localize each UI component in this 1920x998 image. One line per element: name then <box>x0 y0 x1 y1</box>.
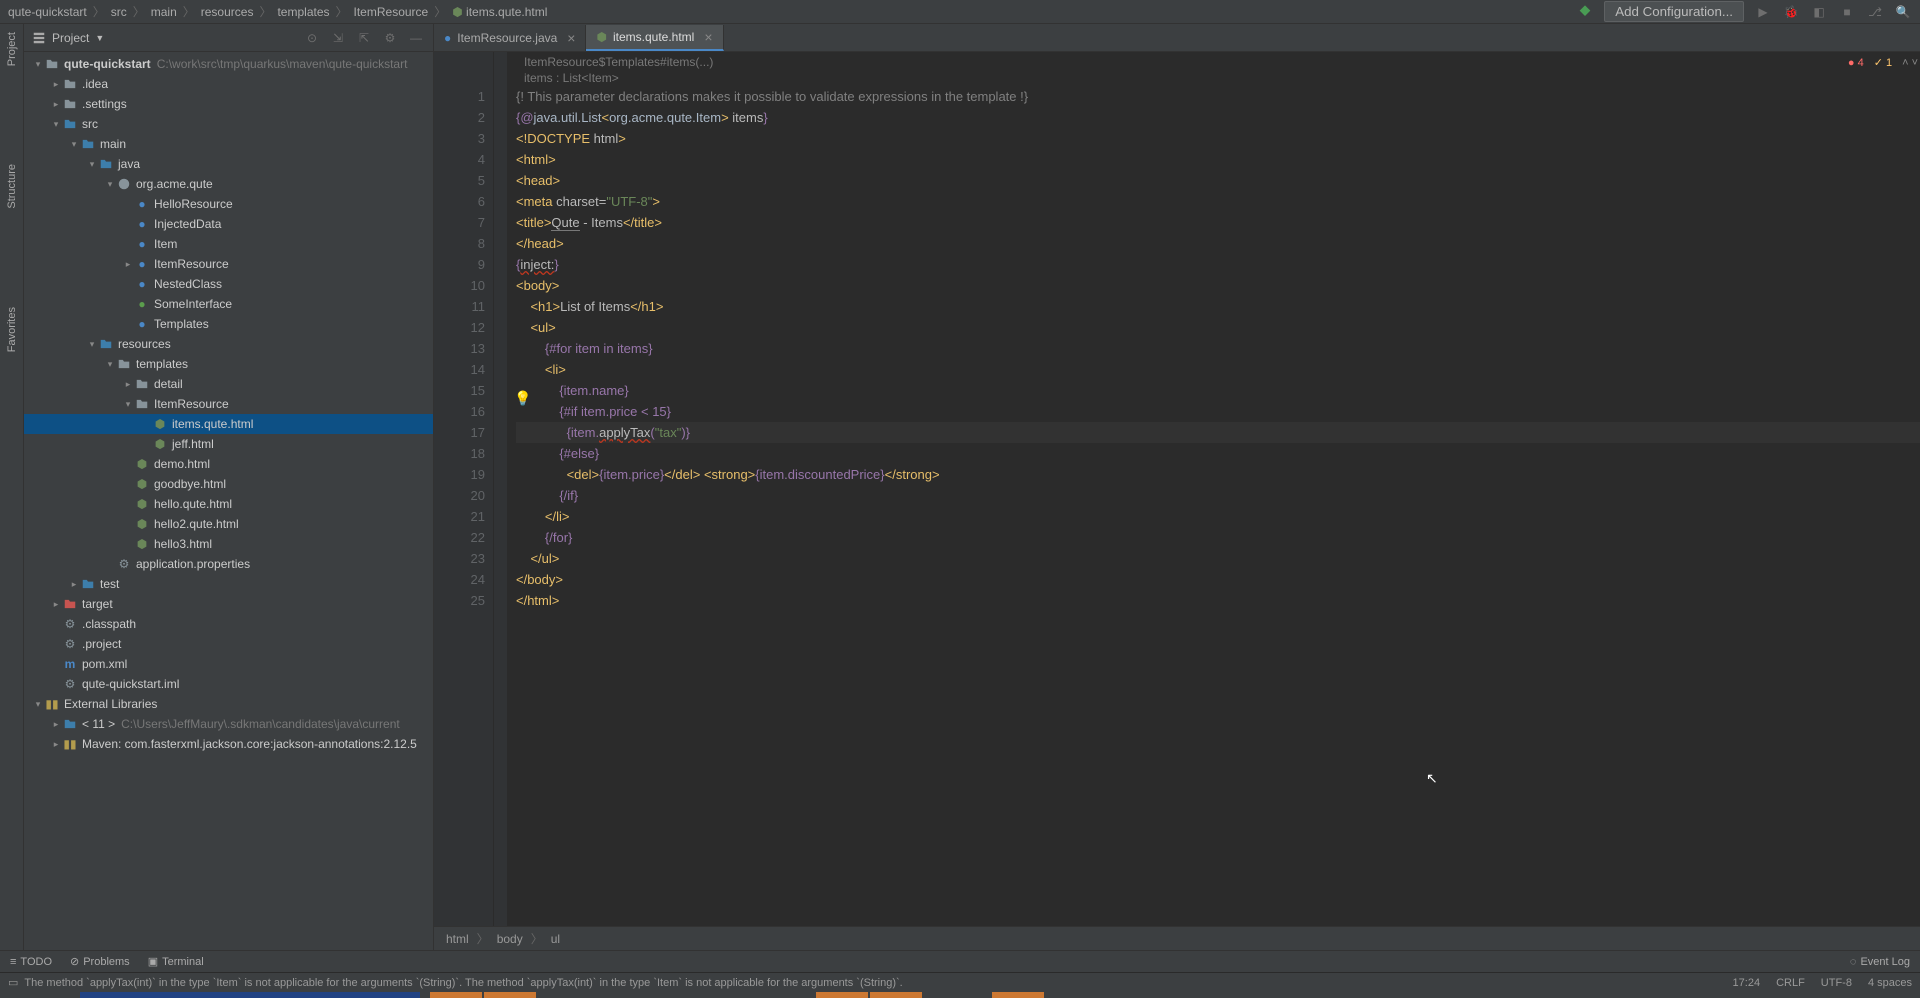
editor-tab[interactable]: ⬢items.qute.html× <box>586 25 723 51</box>
tree-node[interactable]: ▾qute-quickstartC:\work\src\tmp\quarkus\… <box>24 54 433 74</box>
tree-node[interactable]: ▸.settings <box>24 94 433 114</box>
tree-node[interactable]: ▸< 11 >C:\Users\JeffMaury\.sdkman\candid… <box>24 714 433 734</box>
indent-setting[interactable]: 4 spaces <box>1868 977 1912 989</box>
tree-node[interactable]: ⬢hello.qute.html <box>24 494 433 514</box>
locate-icon[interactable]: ⊙ <box>303 29 321 47</box>
editor-area: ●ItemResource.java×⬢items.qute.html× Ite… <box>434 24 1920 950</box>
panel-title-label: Project <box>52 31 89 45</box>
tree-node[interactable]: ⚙.project <box>24 634 433 654</box>
tree-node[interactable]: ⚙.classpath <box>24 614 433 634</box>
add-configuration-button[interactable]: Add Configuration... <box>1604 1 1744 22</box>
navigation-bar: qute-quickstart〉src〉main〉resources〉templ… <box>0 0 1920 24</box>
tree-node[interactable]: ▸▮▮Maven: com.fasterxml.jackson.core:jac… <box>24 734 433 754</box>
error-indicator[interactable]: ● 4 <box>1848 57 1864 69</box>
file-encoding[interactable]: UTF-8 <box>1821 977 1852 989</box>
tree-node[interactable]: ▾templates <box>24 354 433 374</box>
terminal-tool-button[interactable]: ▣ Terminal <box>148 955 204 968</box>
tree-node[interactable]: ▾ItemResource <box>24 394 433 414</box>
tree-node[interactable]: ●SomeInterface <box>24 294 433 314</box>
bottom-tool-bar: ≡ TODO ⊘ Problems ▣ Terminal ◌ Event Log <box>0 950 1920 972</box>
close-tab-icon[interactable]: × <box>567 30 575 46</box>
settings-icon[interactable]: ⚙ <box>381 29 399 47</box>
breadcrumb[interactable]: qute-quickstart〉src〉main〉resources〉templ… <box>8 3 1576 20</box>
line-gutter[interactable]: 1234567891011121314151617181920212223242… <box>434 52 494 926</box>
intention-bulb-icon[interactable]: 💡 <box>514 388 531 409</box>
run-icon[interactable]: ▶ <box>1754 3 1772 21</box>
breadcrumb-segment[interactable]: src <box>111 5 127 19</box>
tree-node[interactable]: mpom.xml <box>24 654 433 674</box>
tree-node[interactable]: ⬢demo.html <box>24 454 433 474</box>
code-editor[interactable]: 💡 {! This parameter declarations makes i… <box>508 52 1920 926</box>
tree-node[interactable]: ⚙qute-quickstart.iml <box>24 674 433 694</box>
tree-node[interactable]: ⬢hello2.qute.html <box>24 514 433 534</box>
taskbar-strip <box>0 992 1920 998</box>
editor-crumb-segment[interactable]: body <box>497 932 523 946</box>
breadcrumb-segment[interactable]: resources <box>201 5 254 19</box>
tree-node[interactable]: ▸.idea <box>24 74 433 94</box>
editor-crumb-segment[interactable]: html <box>446 932 469 946</box>
project-tree[interactable]: ▾qute-quickstartC:\work\src\tmp\quarkus\… <box>24 52 433 950</box>
tree-node[interactable]: ▾org.acme.qute <box>24 174 433 194</box>
build-icon[interactable] <box>1576 3 1594 21</box>
tree-node[interactable]: ▾src <box>24 114 433 134</box>
sticky-context: ItemResource$Templates#items(...) items … <box>516 52 1920 86</box>
tree-node[interactable]: ●NestedClass <box>24 274 433 294</box>
project-panel: Project ▼ ⊙ ⇲ ⇱ ⚙ — ▾qute-quickstartC:\w… <box>24 24 434 950</box>
structure-tool-button[interactable]: Structure <box>6 160 18 213</box>
todo-tool-button[interactable]: ≡ TODO <box>10 956 52 968</box>
tree-node[interactable]: ▾resources <box>24 334 433 354</box>
tree-node[interactable]: ●Templates <box>24 314 433 334</box>
tree-node[interactable]: ▾main <box>24 134 433 154</box>
inspection-summary[interactable]: ● 4 ✓ 1 ˄ ˅ <box>1848 56 1918 69</box>
event-log-button[interactable]: ◌ Event Log <box>1850 956 1910 968</box>
project-view-selector[interactable]: Project ▼ <box>32 31 297 45</box>
tree-node[interactable]: ●HelloResource <box>24 194 433 214</box>
search-icon[interactable]: 🔍 <box>1894 3 1912 21</box>
warning-indicator[interactable]: ✓ 1 <box>1874 56 1892 69</box>
left-tool-rail: Project Structure Favorites <box>0 24 24 950</box>
hide-panel-icon[interactable]: — <box>407 29 425 47</box>
debug-icon[interactable]: 🐞 <box>1782 3 1800 21</box>
tree-node[interactable]: ●Item <box>24 234 433 254</box>
tree-node[interactable]: ▸target <box>24 594 433 614</box>
line-separator[interactable]: CRLF <box>1776 977 1805 989</box>
coverage-icon[interactable]: ◧ <box>1810 3 1828 21</box>
tab-label: ItemResource.java <box>457 31 557 45</box>
breadcrumb-segment[interactable]: ItemResource <box>354 5 429 19</box>
expand-all-icon[interactable]: ⇲ <box>329 29 347 47</box>
editor-tab[interactable]: ●ItemResource.java× <box>434 25 586 51</box>
tab-label: items.qute.html <box>613 30 694 44</box>
breadcrumb-segment[interactable]: qute-quickstart <box>8 5 87 19</box>
tree-node[interactable]: ▾java <box>24 154 433 174</box>
fold-column[interactable] <box>494 52 508 926</box>
tree-node[interactable]: ▾▮▮External Libraries <box>24 694 433 714</box>
tree-node[interactable]: ⬢items.qute.html <box>24 414 433 434</box>
tree-node[interactable]: ⚙application.properties <box>24 554 433 574</box>
breadcrumb-segment[interactable]: templates <box>277 5 329 19</box>
tree-node[interactable]: ⬢goodbye.html <box>24 474 433 494</box>
editor-tabs: ●ItemResource.java×⬢items.qute.html× <box>434 24 1920 52</box>
tree-node[interactable]: ▸test <box>24 574 433 594</box>
tree-node[interactable]: ▸detail <box>24 374 433 394</box>
collapse-all-icon[interactable]: ⇱ <box>355 29 373 47</box>
editor-breadcrumb[interactable]: html〉body〉ul <box>434 926 1920 950</box>
breadcrumb-segment[interactable]: main <box>151 5 177 19</box>
vcs-icon[interactable]: ⎇ <box>1866 3 1884 21</box>
status-icon: ▭ <box>8 976 18 989</box>
favorites-tool-button[interactable]: Favorites <box>6 303 18 356</box>
tree-node[interactable]: ⬢hello3.html <box>24 534 433 554</box>
project-tool-button[interactable]: Project <box>6 28 18 70</box>
breadcrumb-segment[interactable]: ⬢ items.qute.html <box>452 5 547 19</box>
status-message: The method `applyTax(int)` in the type `… <box>24 977 902 989</box>
tree-node[interactable]: ▸●ItemResource <box>24 254 433 274</box>
status-bar: ▭ The method `applyTax(int)` in the type … <box>0 972 1920 992</box>
close-tab-icon[interactable]: × <box>704 29 712 45</box>
stop-icon[interactable]: ■ <box>1838 3 1856 21</box>
editor-crumb-segment[interactable]: ul <box>551 932 560 946</box>
caret-position[interactable]: 17:24 <box>1733 977 1761 989</box>
tree-node[interactable]: ●InjectedData <box>24 214 433 234</box>
tree-node[interactable]: ⬢jeff.html <box>24 434 433 454</box>
problems-tool-button[interactable]: ⊘ Problems <box>70 955 130 968</box>
